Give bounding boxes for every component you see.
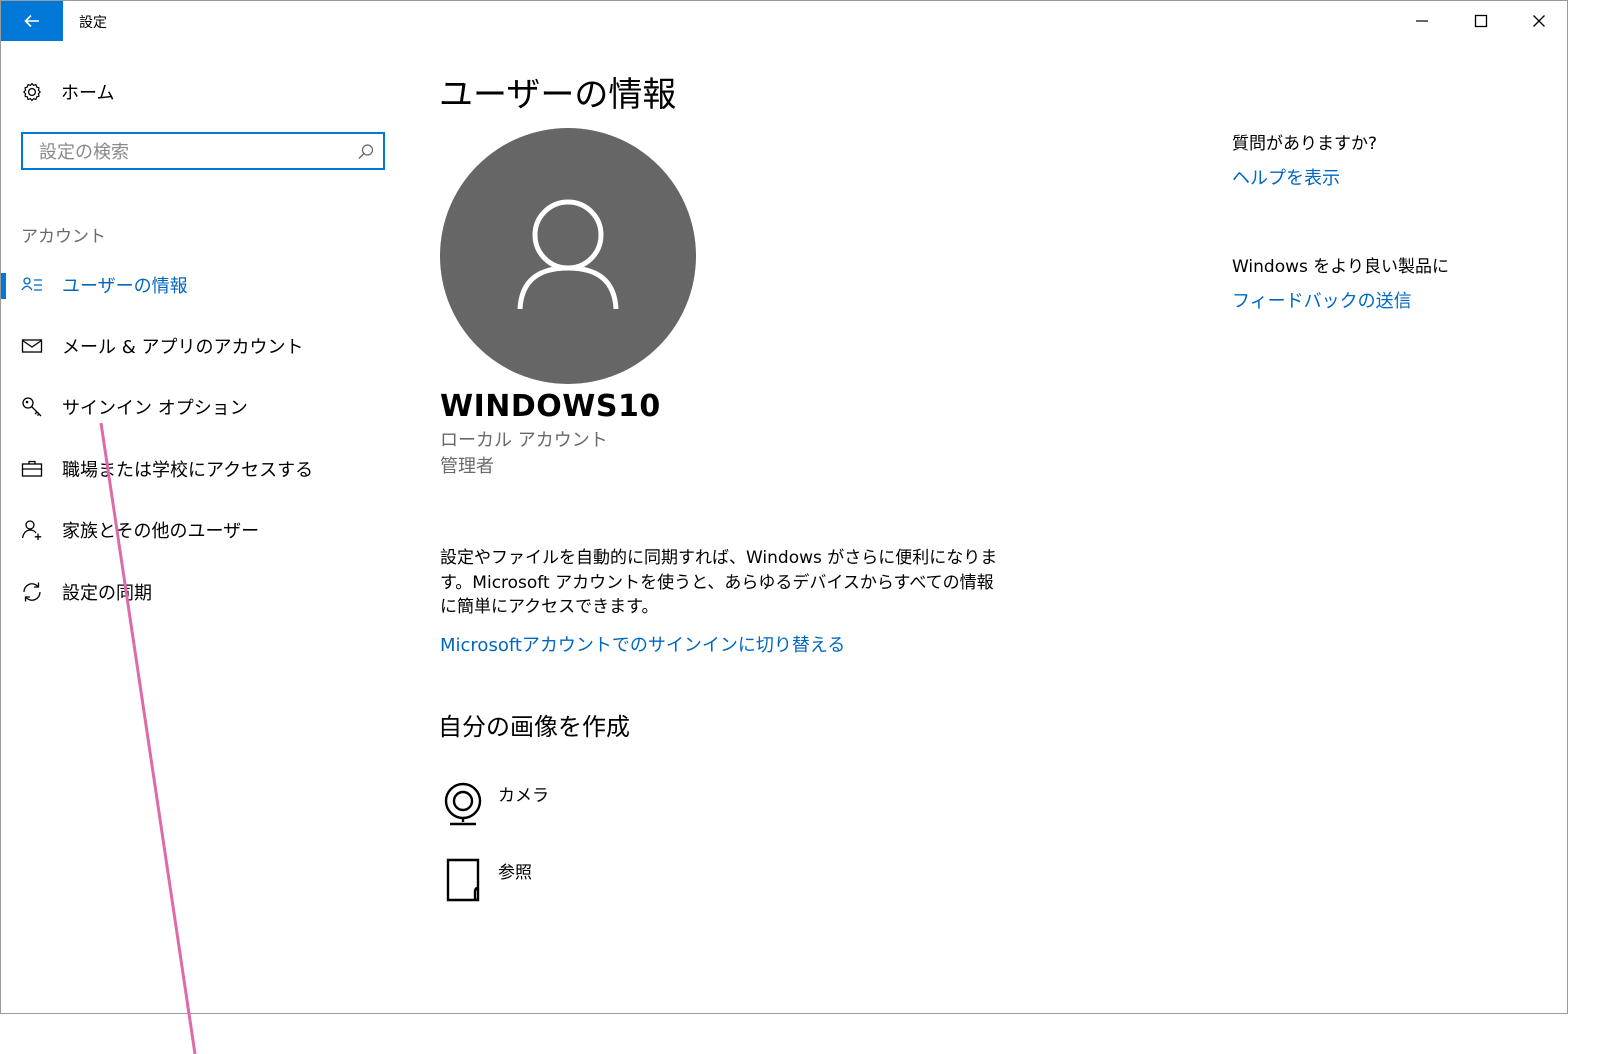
sidebar-item-label: サインイン オプション bbox=[62, 398, 248, 419]
sidebar-item-label: 設定の同期 bbox=[62, 583, 152, 604]
title-bar: 設定 bbox=[1, 1, 1567, 41]
switch-to-microsoft-account-link[interactable]: Microsoftアカウントでのサインインに切り替える bbox=[440, 631, 845, 657]
camera-option[interactable]: カメラ bbox=[441, 781, 641, 841]
sidebar-item-label: 職場または学校にアクセスする bbox=[62, 460, 314, 481]
search-input[interactable] bbox=[37, 140, 341, 164]
maximize-icon bbox=[1474, 14, 1488, 28]
minimize-button[interactable] bbox=[1393, 1, 1451, 41]
browse-label: 参照 bbox=[498, 863, 532, 883]
help-link[interactable]: ヘルプを表示 bbox=[1232, 164, 1340, 190]
sidebar-item-mail-accounts[interactable]: メール & アプリのアカウント bbox=[1, 326, 401, 366]
settings-window: 設定 ホーム アカウント bbox=[0, 0, 1568, 1014]
accounts-section-label: アカウント bbox=[21, 227, 106, 247]
question-heading: 質問がありますか? bbox=[1232, 134, 1378, 154]
account-type: ローカル アカウント bbox=[440, 430, 608, 451]
mail-icon bbox=[21, 339, 43, 353]
user-info-icon bbox=[21, 277, 42, 291]
minimize-icon bbox=[1416, 20, 1428, 22]
improve-windows-heading: Windows をより良い製品に bbox=[1232, 257, 1449, 277]
search-icon[interactable] bbox=[357, 143, 375, 161]
close-icon bbox=[1533, 15, 1545, 27]
home-nav-item[interactable]: ホーム bbox=[21, 77, 114, 107]
sidebar-item-family-users[interactable]: 家族とその他のユーザー bbox=[1, 510, 401, 550]
user-silhouette-icon bbox=[517, 199, 619, 310]
page-title: ユーザーの情報 bbox=[439, 75, 677, 115]
window-title: 設定 bbox=[79, 15, 107, 31]
create-picture-heading: 自分の画像を作成 bbox=[438, 713, 630, 741]
camera-label: カメラ bbox=[498, 786, 549, 806]
browse-file-icon bbox=[446, 858, 480, 902]
sync-description: 設定やファイルを自動的に同期すれば、Windows がさらに便利になります。Mi… bbox=[440, 548, 998, 617]
browse-option[interactable]: 参照 bbox=[441, 858, 641, 918]
feedback-link[interactable]: フィードバックの送信 bbox=[1232, 287, 1412, 313]
user-name: WINDOWS10 bbox=[440, 389, 661, 424]
briefcase-icon bbox=[21, 460, 43, 477]
add-person-icon bbox=[21, 520, 42, 540]
sidebar-item-sign-in-options[interactable]: サインイン オプション bbox=[1, 387, 401, 427]
back-arrow-icon bbox=[24, 14, 39, 28]
avatar bbox=[440, 128, 696, 384]
sidebar-item-work-school[interactable]: 職場または学校にアクセスする bbox=[1, 449, 401, 489]
account-role: 管理者 bbox=[440, 456, 494, 477]
gear-icon bbox=[23, 82, 41, 102]
sidebar-item-user-info[interactable]: ユーザーの情報 bbox=[1, 265, 401, 305]
sidebar-item-label: メール & アプリのアカウント bbox=[62, 337, 304, 358]
sidebar-item-label: 家族とその他のユーザー bbox=[62, 521, 260, 542]
sidebar-item-sync-settings[interactable]: 設定の同期 bbox=[1, 572, 401, 612]
maximize-button[interactable] bbox=[1452, 1, 1510, 41]
sync-icon bbox=[23, 582, 41, 602]
sidebar-item-label: ユーザーの情報 bbox=[62, 276, 188, 297]
settings-search-box[interactable] bbox=[21, 132, 385, 170]
home-label: ホーム bbox=[61, 83, 115, 104]
key-icon bbox=[22, 397, 42, 417]
back-button[interactable] bbox=[1, 1, 63, 41]
active-indicator bbox=[1, 273, 6, 299]
webcam-icon bbox=[444, 782, 482, 826]
close-button[interactable] bbox=[1510, 1, 1568, 41]
